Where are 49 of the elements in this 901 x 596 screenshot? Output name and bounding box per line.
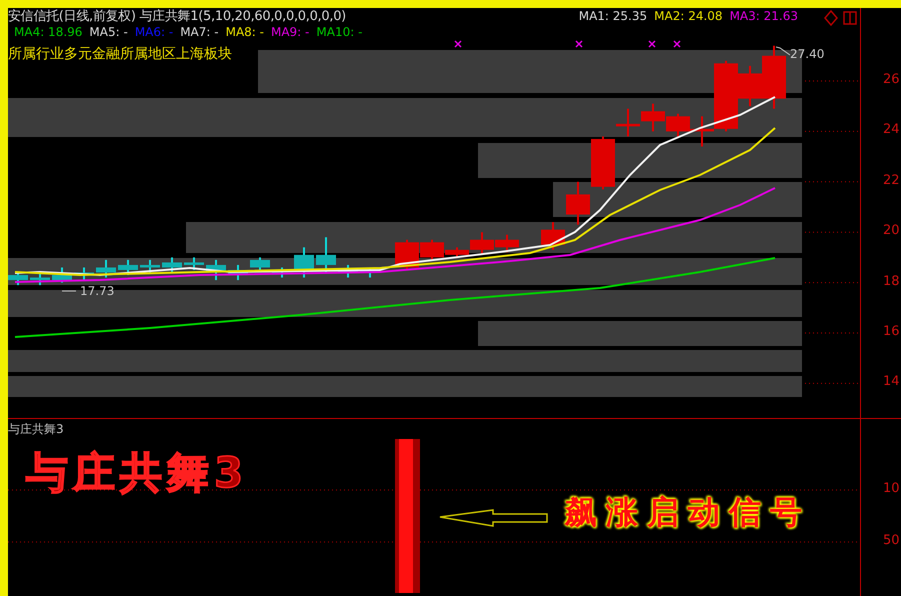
cross-marker-icon xyxy=(575,40,583,48)
diamond-icon[interactable] xyxy=(824,10,838,26)
moving-average-value: MA8: - xyxy=(226,25,264,39)
axis-tick-label: 14 xyxy=(883,374,900,390)
axis-tick-label: 16 xyxy=(883,324,900,339)
candlestick xyxy=(140,260,160,273)
moving-average-value: MA1: 25.35 xyxy=(578,9,648,23)
cross-marker-icon xyxy=(673,40,681,48)
high-price-label: 27.40 xyxy=(790,47,824,61)
moving-average-value: MA5: - xyxy=(89,25,128,39)
left-arrow-icon xyxy=(439,509,548,527)
moving-average-value: MA9: - xyxy=(270,25,310,39)
candlestick xyxy=(8,272,28,286)
candlestick xyxy=(96,260,116,278)
low-price-label: 17.73 xyxy=(80,284,114,298)
moving-average-value: MA6: - xyxy=(134,25,174,39)
cross-marker-icon xyxy=(454,40,462,48)
cross-marker-icon xyxy=(648,40,656,48)
moving-average-value: MA3: 21.63 xyxy=(730,9,798,23)
candlestick xyxy=(666,114,690,136)
candlestick xyxy=(162,257,182,273)
moving-average-value: MA10: - xyxy=(316,25,362,39)
candlestick xyxy=(495,234,519,252)
axis-tick-label: 18 xyxy=(883,274,900,289)
candlestick xyxy=(74,267,94,280)
axis-tick-label: 22 xyxy=(883,172,900,188)
panel-layout-icon[interactable] xyxy=(843,11,857,25)
axis-tick-label: 50 xyxy=(883,533,900,548)
leader-line xyxy=(776,46,790,56)
sector-info-text: 所属行业多元金融所属地区上海板块 xyxy=(8,45,232,63)
candlestick xyxy=(184,257,204,270)
leader-line xyxy=(62,290,76,292)
moving-average-value: MA4: 18.96 xyxy=(14,25,82,39)
indicator-title: 与庄共舞3 xyxy=(8,421,65,438)
signal-label: 飙涨启动信号 xyxy=(565,492,811,533)
candlestick xyxy=(641,104,665,132)
chart-title: 安信信托(日线,前复权) 与庄共舞1(5,10,20,60,0,0,0,0,0,0) xyxy=(8,8,346,25)
axis-tick-label: 20 xyxy=(883,223,900,238)
axis-tick-label: 24 xyxy=(883,122,900,138)
moving-average-value: MA2: 24.08 xyxy=(654,9,723,23)
axis-tick-label: 10 xyxy=(883,481,900,496)
candlestick xyxy=(206,260,226,280)
candlestick xyxy=(316,237,336,273)
candlestick xyxy=(294,247,314,278)
candlestick xyxy=(30,272,50,286)
axis-tick-label: 26 xyxy=(883,72,900,87)
candlestick xyxy=(52,267,72,283)
moving-average-value: MA7: - xyxy=(180,25,219,39)
indicator-banner-text: 与庄共舞3 xyxy=(26,447,248,499)
